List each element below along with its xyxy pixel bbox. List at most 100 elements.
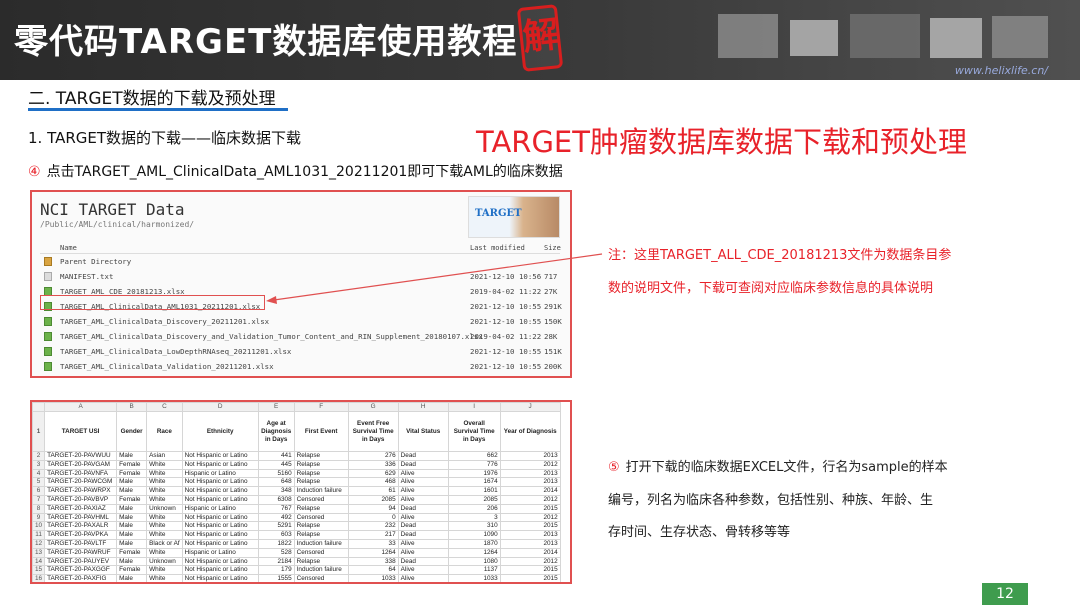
column-letter[interactable]: I	[447, 402, 501, 412]
table-cell[interactable]: Alive	[397, 547, 449, 558]
table-cell[interactable]: 603	[257, 530, 295, 540]
table-cell[interactable]: Male	[116, 556, 148, 567]
table-cell[interactable]: Male	[116, 521, 148, 532]
column-header[interactable]: Overall Survival Time in Days	[447, 411, 501, 452]
table-cell[interactable]: White	[146, 574, 183, 582]
table-cell[interactable]: Male	[116, 512, 148, 523]
table-cell[interactable]: 61	[347, 486, 399, 496]
row-number[interactable]: 16	[32, 574, 46, 582]
column-header[interactable]: TARGET USI	[44, 411, 118, 452]
table-cell[interactable]: Censored	[293, 494, 349, 505]
table-cell[interactable]: Induction failure	[293, 565, 349, 576]
row-number[interactable]: 7	[32, 494, 46, 505]
table-cell[interactable]: 64	[347, 565, 399, 576]
table-cell[interactable]: Not Hispanic or Latino	[181, 530, 259, 540]
table-cell[interactable]: Censored	[293, 574, 349, 582]
table-cell[interactable]: 1033	[347, 574, 399, 582]
table-cell[interactable]: Not Hispanic or Latino	[181, 574, 259, 582]
table-cell[interactable]: Male	[116, 574, 148, 582]
table-cell[interactable]: 338	[347, 556, 399, 567]
table-cell[interactable]: Induction failure	[293, 538, 349, 549]
table-cell[interactable]: 767	[257, 503, 295, 514]
table-cell[interactable]: 1601	[447, 486, 501, 496]
table-cell[interactable]: Dead	[397, 556, 449, 567]
col-size-header[interactable]: Size	[544, 244, 561, 252]
row-number[interactable]: 10	[32, 521, 46, 532]
table-cell[interactable]: Not Hispanic or Latino	[181, 451, 259, 461]
table-cell[interactable]: Female	[116, 565, 148, 576]
table-cell[interactable]: Alive	[397, 512, 449, 523]
row-number[interactable]: 2	[32, 451, 46, 461]
file-row[interactable]: TARGET_AML_ClinicalData_Discovery_and_Va…	[40, 330, 564, 344]
table-cell[interactable]: Male	[116, 451, 148, 461]
column-letter[interactable]: B	[116, 402, 148, 412]
table-cell[interactable]: Asian	[146, 451, 183, 461]
table-cell[interactable]: Not Hispanic or Latino	[181, 565, 259, 576]
table-cell[interactable]: White	[146, 459, 183, 470]
table-cell[interactable]: Black or Af	[146, 538, 183, 549]
table-cell[interactable]: Censored	[293, 547, 349, 558]
table-cell[interactable]: Censored	[293, 512, 349, 523]
table-cell[interactable]: 1870	[447, 538, 501, 549]
table-cell[interactable]: Not Hispanic or Latino	[181, 512, 259, 523]
table-cell[interactable]: Alive	[397, 565, 449, 576]
table-cell[interactable]: 2013	[499, 451, 561, 461]
table-cell[interactable]: Hispanic or Latino	[181, 468, 259, 479]
table-cell[interactable]: 2013	[499, 530, 561, 540]
table-cell[interactable]: Relapse	[293, 530, 349, 540]
table-cell[interactable]: TARGET-20-PAVLTF	[44, 538, 118, 549]
row-number[interactable]: 13	[32, 547, 46, 558]
table-cell[interactable]: 1090	[447, 530, 501, 540]
table-cell[interactable]: Not Hispanic or Latino	[181, 477, 259, 488]
table-cell[interactable]: 2012	[499, 512, 561, 523]
table-cell[interactable]: 2015	[499, 574, 561, 582]
table-cell[interactable]: TARGET-20-PAXGGF	[44, 565, 118, 576]
file-name[interactable]: TARGET_AML_ClinicalData_Discovery_and_Va…	[60, 332, 483, 341]
table-cell[interactable]: TARGET-20-PAUYEV	[44, 556, 118, 567]
table-cell[interactable]: Alive	[397, 574, 449, 582]
table-cell[interactable]: White	[146, 547, 183, 558]
file-name[interactable]: Parent Directory	[60, 257, 131, 266]
column-letter[interactable]	[32, 402, 46, 412]
row-number[interactable]: 5	[32, 477, 46, 488]
row-number[interactable]: 14	[32, 556, 46, 567]
table-cell[interactable]: 2013	[499, 538, 561, 549]
file-name[interactable]: TARGET_AML_ClinicalData_LowDepthRNAseq_2…	[60, 347, 291, 356]
table-cell[interactable]: Induction failure	[293, 486, 349, 496]
column-letter[interactable]: E	[257, 402, 295, 412]
table-cell[interactable]: 1555	[257, 574, 295, 582]
row-number[interactable]: 11	[32, 530, 46, 540]
table-cell[interactable]: Relapse	[293, 556, 349, 567]
table-cell[interactable]: 1822	[257, 538, 295, 549]
table-cell[interactable]: TARGET-20-PAXIAZ	[44, 503, 118, 514]
table-cell[interactable]: 5160	[257, 468, 295, 479]
table-cell[interactable]: 2184	[257, 556, 295, 567]
table-cell[interactable]: TARGET-20-PAVNFA	[44, 468, 118, 479]
table-cell[interactable]: 2014	[499, 547, 561, 558]
table-cell[interactable]: Not Hispanic or Latino	[181, 486, 259, 496]
column-header[interactable]: First Event	[293, 411, 349, 452]
table-cell[interactable]: White	[146, 468, 183, 479]
table-cell[interactable]: Not Hispanic or Latino	[181, 521, 259, 532]
table-cell[interactable]: 5291	[257, 521, 295, 532]
table-cell[interactable]: TARGET-20-PAWRUF	[44, 547, 118, 558]
table-cell[interactable]: 179	[257, 565, 295, 576]
table-cell[interactable]: 2015	[499, 565, 561, 576]
table-cell[interactable]: 2015	[499, 521, 561, 532]
table-cell[interactable]: TARGET-20-PAXFIG	[44, 574, 118, 582]
table-cell[interactable]: 1033	[447, 574, 501, 582]
table-cell[interactable]: 2012	[499, 556, 561, 567]
table-cell[interactable]: Dead	[397, 503, 449, 514]
column-letter[interactable]: A	[44, 402, 118, 412]
file-row[interactable]: Parent Directory	[40, 255, 564, 269]
table-cell[interactable]: Male	[116, 538, 148, 549]
table-cell[interactable]: 445	[257, 459, 295, 470]
table-cell[interactable]: Relapse	[293, 451, 349, 461]
table-cell[interactable]: 776	[447, 459, 501, 470]
table-cell[interactable]: Not Hispanic or Latino	[181, 459, 259, 470]
table-cell[interactable]: Alive	[397, 468, 449, 479]
column-header[interactable]: Year of Diagnosis	[499, 411, 561, 452]
table-cell[interactable]: 528	[257, 547, 295, 558]
table-cell[interactable]: Hispanic or Latino	[181, 547, 259, 558]
col-modified-header[interactable]: Last modified	[470, 244, 525, 252]
